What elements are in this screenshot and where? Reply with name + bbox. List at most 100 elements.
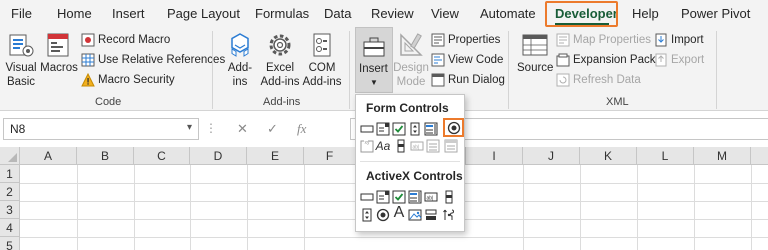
row-header-5[interactable]: 5 — [0, 237, 20, 250]
group-separator — [349, 31, 350, 109]
column-header-m[interactable]: M — [694, 147, 751, 165]
tab-home[interactable]: Home — [57, 6, 92, 21]
add-ins-button[interactable]: Add- ins — [223, 31, 257, 89]
insert-controls-menu: Form Controls xy Aa ab| ActiveX Controls — [355, 94, 465, 232]
properties-button[interactable]: Properties — [431, 33, 500, 47]
column-header-a[interactable]: A — [20, 147, 77, 165]
activex-spin-button-control[interactable] — [359, 207, 375, 223]
form-group-box-control[interactable]: xy — [359, 138, 375, 154]
map-properties-button[interactable]: Map Properties — [556, 33, 651, 47]
activex-image-control[interactable] — [407, 207, 423, 223]
macros-icon — [47, 33, 69, 57]
warning-icon — [81, 73, 95, 87]
source-button[interactable]: Source — [517, 31, 553, 75]
tab-automate[interactable]: Automate — [480, 6, 536, 21]
macro-security-button[interactable]: Macro Security — [81, 73, 175, 87]
add-ins-label-1: Add- — [227, 62, 253, 74]
activex-command-button-control[interactable] — [359, 189, 375, 205]
import-button[interactable]: Import — [654, 33, 704, 47]
activex-toggle-button-control[interactable] — [423, 207, 439, 223]
form-combo-list-edit-control[interactable] — [425, 138, 441, 154]
form-scroll-bar-control[interactable] — [393, 138, 409, 154]
activex-text-box-control[interactable]: ab| — [423, 189, 439, 205]
activex-check-box-control[interactable] — [391, 189, 407, 205]
column-header-k[interactable]: K — [580, 147, 637, 165]
cancel-icon[interactable]: ✕ — [237, 121, 248, 137]
select-all-corner[interactable] — [0, 147, 20, 165]
run-dialog-button[interactable]: Run Dialog — [431, 73, 505, 87]
name-box[interactable]: N8 ▾ — [3, 118, 199, 140]
formula-bar-buttons: ✕ ✓ fx — [227, 118, 349, 140]
gridline — [580, 165, 581, 250]
expansion-packs-button[interactable]: Expansion Packs — [556, 53, 661, 67]
insert-label: Insert — [359, 63, 388, 75]
button-icon — [360, 125, 374, 133]
ribbon-tab-bar: File Home Insert Page Layout Formulas Da… — [0, 0, 768, 27]
formula-bar-resize-dots[interactable]: ⋮ — [205, 121, 217, 135]
record-macro-label: Record Macro — [98, 34, 171, 46]
activex-label-control[interactable]: A — [391, 204, 407, 221]
tab-help[interactable]: Help — [632, 6, 659, 21]
excel-add-ins-button[interactable]: Excel Add-ins — [259, 31, 301, 89]
com-add-ins-icon — [313, 33, 331, 57]
row-header-2[interactable]: 2 — [0, 183, 20, 201]
column-header-c[interactable]: C — [134, 147, 190, 165]
text-box-icon: ab| — [424, 192, 438, 202]
refresh-data-button[interactable]: Refresh Data — [556, 73, 641, 87]
form-spin-button-control[interactable] — [407, 121, 423, 137]
design-mode-label-2: Mode — [396, 76, 426, 88]
design-mode-button[interactable]: Design Mode — [393, 31, 429, 89]
export-icon — [655, 53, 667, 67]
tab-page-layout[interactable]: Page Layout — [167, 6, 240, 21]
highlighted-option-button[interactable] — [446, 120, 462, 136]
activex-combo-box-control[interactable] — [375, 189, 391, 205]
form-combo-box-control[interactable] — [375, 121, 391, 137]
tab-review[interactable]: Review — [371, 6, 414, 21]
chevron-down-icon[interactable]: ▾ — [187, 122, 192, 133]
activex-list-box-control[interactable] — [407, 189, 423, 205]
tab-power-pivot[interactable]: Power Pivot — [681, 6, 750, 21]
activex-scroll-bar-control[interactable] — [441, 189, 457, 205]
gridline — [304, 165, 305, 250]
insert-controls-button[interactable]: Insert ▼ — [355, 27, 393, 93]
export-button[interactable]: Export — [654, 53, 704, 67]
row-header-3[interactable]: 3 — [0, 201, 20, 219]
form-button-control[interactable] — [359, 121, 375, 137]
column-header-b[interactable]: B — [77, 147, 134, 165]
design-mode-label-1: Design — [393, 62, 429, 74]
column-header-f[interactable]: F — [304, 147, 356, 165]
column-header-d[interactable]: D — [190, 147, 247, 165]
row-header-1[interactable]: 1 — [0, 165, 20, 183]
row-header-4[interactable]: 4 — [0, 219, 20, 237]
gridline — [694, 165, 695, 250]
tab-data[interactable]: Data — [324, 6, 351, 21]
activex-option-button-control[interactable] — [375, 207, 391, 223]
macros-button[interactable]: Macros — [40, 31, 78, 75]
column-header-i[interactable]: I — [466, 147, 523, 165]
enter-icon[interactable]: ✓ — [267, 121, 278, 137]
developer-tab-highlight — [545, 1, 618, 27]
form-label-control[interactable]: Aa — [375, 138, 391, 154]
import-label: Import — [671, 34, 704, 46]
tab-insert[interactable]: Insert — [112, 6, 145, 21]
tab-formulas[interactable]: Formulas — [255, 6, 309, 21]
form-list-box-control[interactable] — [423, 121, 439, 137]
column-header-e[interactable]: E — [247, 147, 304, 165]
com-add-ins-button[interactable]: COM Add-ins — [301, 31, 343, 89]
activex-more-controls[interactable] — [441, 207, 457, 223]
record-macro-button[interactable]: Record Macro — [81, 33, 170, 47]
gridline — [637, 165, 638, 250]
view-code-button[interactable]: View Code — [431, 53, 503, 67]
column-header-l[interactable]: L — [637, 147, 694, 165]
visual-basic-button[interactable]: Visual Basic — [4, 31, 38, 89]
form-check-box-control[interactable] — [391, 121, 407, 137]
use-relative-references-button[interactable]: Use Relative References — [81, 53, 225, 67]
form-text-field-control[interactable]: ab| — [409, 138, 425, 154]
map-properties-icon — [556, 33, 570, 47]
view-code-label: View Code — [448, 54, 504, 66]
tab-view[interactable]: View — [431, 6, 459, 21]
insert-function-icon[interactable]: fx — [297, 121, 306, 137]
column-header-j[interactable]: J — [523, 147, 580, 165]
form-combo-drop-down-edit-control[interactable] — [443, 138, 459, 154]
tab-file[interactable]: File — [11, 6, 32, 21]
